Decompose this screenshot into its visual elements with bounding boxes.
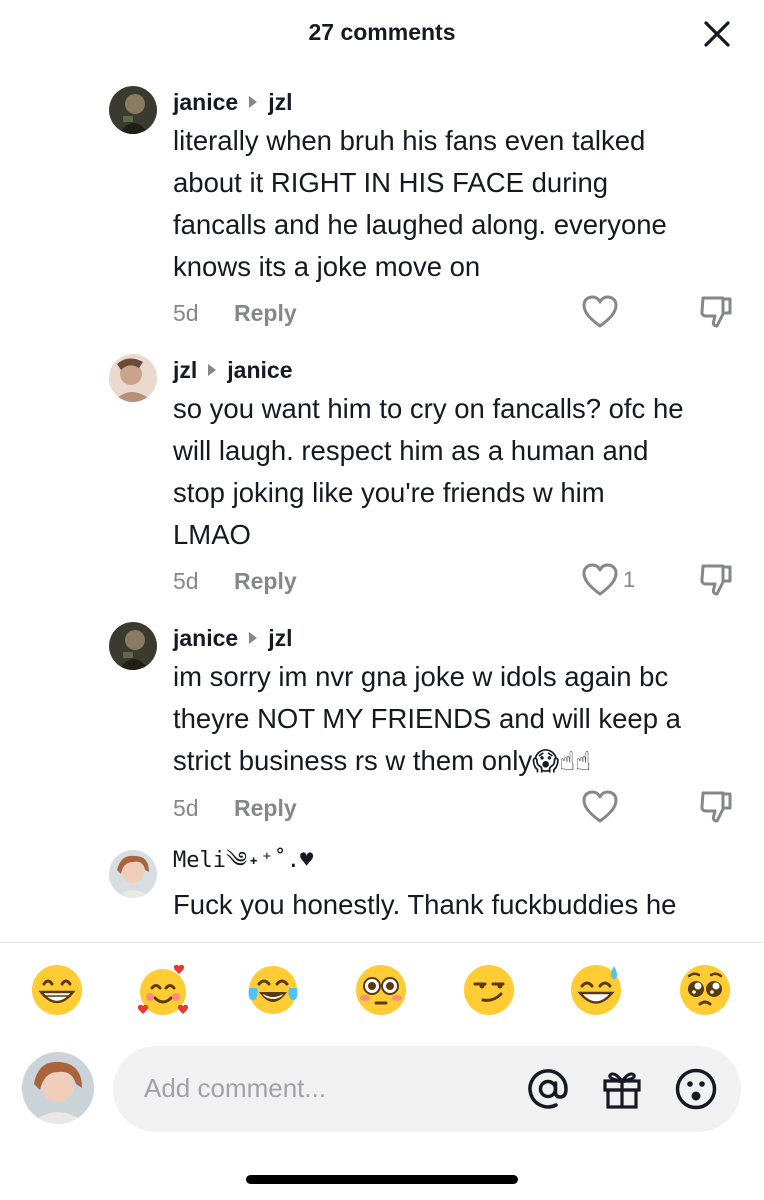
comment-header: janice jzl [173,620,746,656]
comment-input-area: Add comment... [0,1046,764,1136]
smiling-face-with-hearts-emoji[interactable] [135,962,191,1018]
comment-timestamp: 5d [173,568,199,594]
comment-line: will laugh. respect him as a human and [173,435,649,466]
gift-icon[interactable] [600,1067,644,1111]
smirking-face-emoji[interactable] [461,962,517,1018]
like-button[interactable] [581,789,619,825]
comment-line: literally when bruh his fans even talked [173,125,646,156]
home-indicator[interactable] [246,1175,518,1184]
flushed-face-emoji[interactable] [353,962,409,1018]
comment-line: Fuck you honestly. Thank fuckbuddies he [173,889,677,920]
comment-emojis: 😱☝☝ [532,747,591,777]
comment-input[interactable]: Add comment... [113,1046,741,1132]
current-user-avatar[interactable] [22,1052,94,1124]
avatar[interactable] [109,86,157,134]
emoji-icon[interactable] [674,1067,718,1111]
username[interactable]: jzl [173,357,197,384]
comment-header: Meli༄˖⁺˚.♥ [173,848,746,884]
dislike-icon[interactable] [697,562,735,598]
reply-button[interactable]: Reply [234,795,297,822]
mention-icon[interactable] [526,1067,570,1111]
grinning-face-emoji[interactable] [29,962,85,1018]
comment-footer: 5d Reply 1 [173,562,746,602]
like-button[interactable]: 1 [581,562,635,598]
comment-line: fancalls and he laughed along. everyone [173,209,667,240]
comment-line: so you want him to cry on fancalls? ofc … [173,393,684,424]
comment-footer: 5d Reply [173,789,746,829]
comment-line: im sorry im nvr gna joke w idols again b… [173,661,669,692]
mention-button[interactable] [525,1066,571,1112]
comment-line: stop joking like you're friends w him [173,477,605,508]
comment-timestamp: 5d [173,795,199,821]
username[interactable]: janice [173,89,238,116]
comment-line: theyre NOT MY FRIENDS and will keep a [173,703,681,734]
grinning-face-with-sweat-emoji[interactable] [568,962,624,1018]
close-button[interactable] [698,15,736,53]
dislike-button[interactable] [697,562,735,603]
comment-footer: 5d Reply [173,294,746,334]
close-icon[interactable] [703,20,731,48]
comments-header: 27 comments [0,0,764,68]
comment-text: Fuck you honestly. Thank fuckbuddies he [173,884,746,926]
comment-text: im sorry im nvr gna joke w idols again b… [173,656,746,783]
comment-count-title: 27 comments [308,19,456,45]
comment-header: jzl janice [173,352,746,388]
comment-text: so you want him to cry on fancalls? ofc … [173,388,746,556]
reply-arrow-icon [208,364,217,376]
pleading-face-emoji[interactable] [677,962,733,1018]
comment-text: literally when bruh his fans even talked… [173,120,746,288]
comment-list[interactable]: janice jzl literally when bruh his fans … [0,68,764,942]
heart-icon[interactable] [581,789,619,825]
comment-line: LMAO [173,519,251,550]
reply-button[interactable]: Reply [234,568,297,595]
dislike-button[interactable] [697,789,735,830]
avatar[interactable] [109,354,157,402]
reply-arrow-icon [249,632,258,644]
reply-to-username[interactable]: jzl [268,89,292,116]
face-with-tears-of-joy-emoji[interactable] [245,962,301,1018]
comment-input-placeholder: Add comment... [144,1073,327,1103]
comment-line: strict business rs w them only😱☝☝ [173,740,746,783]
avatar[interactable] [109,850,157,898]
like-button[interactable] [581,294,619,330]
dislike-button[interactable] [697,294,735,335]
emoji-picker-button[interactable] [673,1066,719,1112]
comment-line: knows its a joke move on [173,251,481,282]
quick-emoji-bar [0,962,764,1032]
comment-line-text: strict business rs w them only [173,745,533,776]
reply-button[interactable]: Reply [234,300,297,327]
reply-arrow-icon [249,96,258,108]
comment-line: about it RIGHT IN HIS FACE during [173,167,609,198]
gift-button[interactable] [599,1066,645,1112]
heart-icon[interactable] [581,562,619,598]
reply-to-username[interactable]: janice [227,357,292,384]
comment-header: janice jzl [173,84,746,120]
like-count: 1 [623,567,636,592]
heart-icon[interactable] [581,294,619,330]
avatar[interactable] [109,622,157,670]
reply-to-username[interactable]: jzl [268,625,292,652]
divider [0,942,764,943]
comment-timestamp: 5d [173,300,199,326]
username[interactable]: janice [173,625,238,652]
dislike-icon[interactable] [697,789,735,825]
dislike-icon[interactable] [697,294,735,330]
